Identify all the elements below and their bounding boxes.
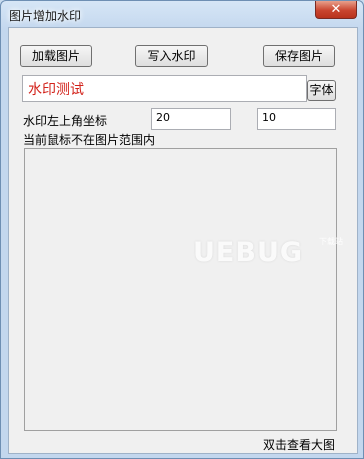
coord-y-input[interactable]: 10 [257, 108, 336, 130]
client-area: 加载图片 写入水印 保存图片 水印测试 字体 水印左上角坐标 20 10 当前鼠… [8, 27, 358, 454]
mouse-status-text: 当前鼠标不在图片范围内 [23, 133, 156, 147]
load-image-button[interactable]: 加载图片 [20, 45, 92, 67]
window-title: 图片增加水印 [9, 9, 82, 23]
site-watermark-sub: 下载站 [319, 237, 343, 246]
close-button[interactable]: ✕ [315, 1, 357, 19]
title-bar[interactable]: 图片增加水印 ✕ [1, 1, 363, 27]
font-button[interactable]: 字体 [307, 80, 336, 101]
view-large-hint: 双击查看大图 [263, 438, 336, 452]
coord-label: 水印左上角坐标 [23, 114, 108, 128]
image-preview-area[interactable] [24, 148, 337, 431]
write-watermark-button[interactable]: 写入水印 [135, 45, 208, 67]
watermark-text-input[interactable]: 水印测试 [22, 75, 307, 102]
coord-x-input[interactable]: 20 [151, 108, 231, 130]
site-watermark-logo: UEBUG [193, 237, 304, 268]
main-window: 图片增加水印 ✕ 加载图片 写入水印 保存图片 水印测试 字体 水印左上角坐标 … [0, 0, 364, 459]
save-image-button[interactable]: 保存图片 [263, 45, 335, 67]
